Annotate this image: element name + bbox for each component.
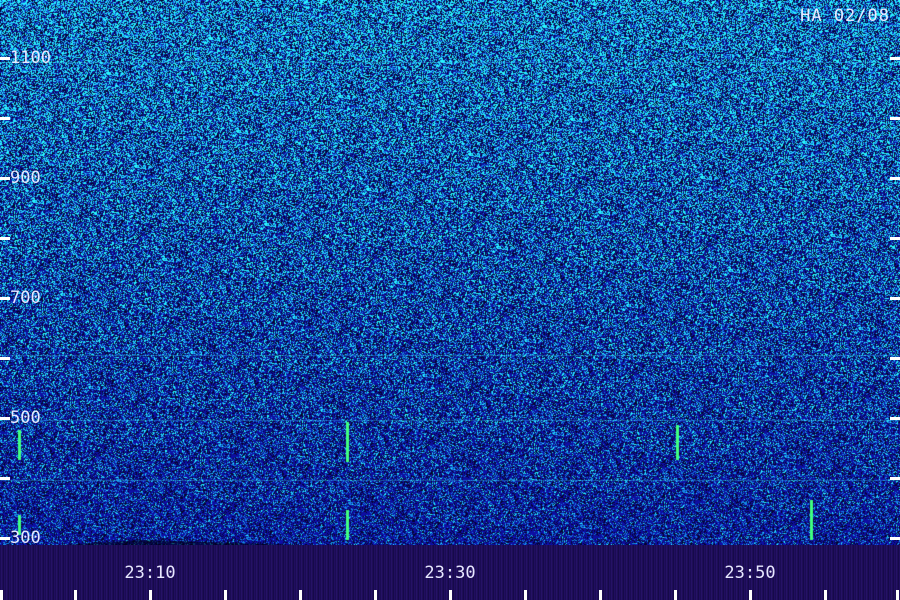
x-tick-mark — [224, 590, 227, 600]
y-tick-mark-right — [890, 477, 900, 480]
x-tick-label: 23:30 — [424, 563, 476, 583]
y-tick-mark — [0, 357, 10, 360]
x-tick-label: 23:10 — [124, 563, 176, 583]
y-tick-label: 700 — [10, 288, 41, 308]
x-tick-mark — [149, 590, 152, 600]
x-tick-mark — [449, 590, 452, 600]
y-tick-mark — [0, 117, 10, 120]
y-tick-label: 900 — [10, 168, 41, 188]
x-tick-mark — [896, 590, 899, 600]
y-tick-mark — [0, 237, 10, 240]
y-tick-label: 1100 — [10, 48, 51, 68]
x-tick-mark — [599, 590, 602, 600]
y-tick-mark — [0, 297, 10, 300]
x-tick-label: 23:50 — [724, 563, 776, 583]
x-tick-mark — [299, 590, 302, 600]
y-tick-mark-right — [890, 297, 900, 300]
y-tick-label: 300 — [10, 528, 41, 548]
x-tick-mark — [524, 590, 527, 600]
axes-overlay: HA 02/08 1100 900 700 500 300 23:10 23:3… — [0, 0, 900, 600]
y-tick-mark-right — [890, 357, 900, 360]
x-tick-mark — [824, 590, 827, 600]
y-tick-mark-right — [890, 57, 900, 60]
x-tick-mark — [749, 590, 752, 600]
x-tick-mark — [74, 590, 77, 600]
y-tick-mark — [0, 177, 10, 180]
y-tick-label: 500 — [10, 408, 41, 428]
y-tick-mark-right — [890, 117, 900, 120]
station-date-label: HA 02/08 — [800, 6, 890, 26]
x-tick-mark — [674, 590, 677, 600]
y-tick-mark-right — [890, 537, 900, 540]
x-tick-mark — [374, 590, 377, 600]
y-tick-mark-right — [890, 237, 900, 240]
y-tick-mark — [0, 537, 10, 540]
x-tick-mark — [0, 590, 3, 600]
y-tick-mark — [0, 477, 10, 480]
y-tick-mark-right — [890, 177, 900, 180]
y-tick-mark-right — [890, 417, 900, 420]
y-tick-mark — [0, 57, 10, 60]
y-tick-mark — [0, 417, 10, 420]
